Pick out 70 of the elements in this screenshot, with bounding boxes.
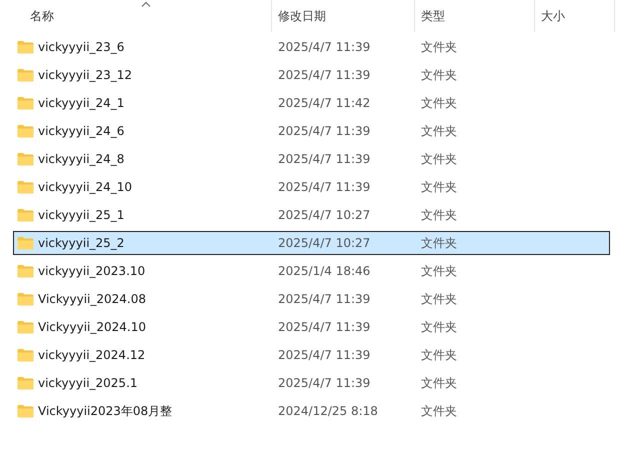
file-row[interactable]: vickyyyii_24_6 2025/4/7 11:39 文件夹: [0, 117, 624, 145]
modified-date: 2025/4/7 11:39: [277, 40, 372, 54]
file-name: vickyyyii_24_6: [38, 124, 124, 138]
modified-date: 2024/12/25 8:18: [277, 404, 379, 418]
file-type: 文件夹: [420, 402, 458, 420]
file-row[interactable]: vickyyyii_2023.10 2025/1/4 18:46 文件夹: [0, 257, 624, 285]
file-row[interactable]: vickyyyii_24_10 2025/4/7 11:39 文件夹: [0, 173, 624, 201]
folder-icon: [17, 68, 34, 82]
file-name: vickyyyii_2025.1: [38, 376, 138, 390]
file-type: 文件夹: [420, 346, 458, 364]
file-name: vickyyyii_24_10: [38, 180, 132, 194]
file-row[interactable]: vickyyyii_24_8 2025/4/7 11:39 文件夹: [0, 145, 624, 173]
file-type: 文件夹: [420, 234, 458, 252]
folder-icon: [17, 236, 34, 250]
folder-icon: [17, 292, 34, 306]
file-name: Vickyyyii_2024.08: [38, 292, 146, 306]
modified-date: 2025/4/7 11:39: [277, 376, 372, 390]
modified-date: 2025/4/7 10:27: [277, 208, 372, 222]
modified-date: 2025/4/7 11:39: [277, 180, 372, 194]
file-name: vickyyyii_23_6: [38, 40, 124, 54]
file-type: 文件夹: [420, 178, 458, 196]
file-type: 文件夹: [420, 122, 458, 140]
folder-icon: [17, 376, 34, 390]
folder-icon: [17, 180, 34, 194]
folder-icon: [17, 96, 34, 110]
modified-date: 2025/1/4 18:46: [277, 264, 372, 278]
file-row[interactable]: vickyyyii_23_6 2025/4/7 11:39 文件夹: [0, 33, 624, 61]
modified-date: 2025/4/7 10:27: [277, 236, 372, 250]
file-type: 文件夹: [420, 290, 458, 308]
file-row[interactable]: vickyyyii_2024.12 2025/4/7 11:39 文件夹: [0, 341, 624, 369]
file-name: vickyyyii_25_1: [38, 208, 124, 222]
file-type: 文件夹: [420, 374, 458, 392]
file-name: vickyyyii_2024.12: [38, 348, 146, 362]
folder-icon: [17, 40, 34, 54]
folder-icon: [17, 124, 34, 138]
modified-date: 2025/4/7 11:39: [277, 152, 372, 166]
file-name: vickyyyii_2023.10: [38, 264, 146, 278]
modified-date: 2025/4/7 11:39: [277, 292, 372, 306]
file-type: 文件夹: [420, 94, 458, 112]
file-type: 文件夹: [420, 206, 458, 224]
file-name: vickyyyii_25_2: [38, 236, 124, 250]
file-name: vickyyyii_24_8: [38, 152, 124, 166]
file-name: Vickyyyii_2024.10: [38, 320, 146, 334]
file-row[interactable]: Vickyyyii_2024.10 2025/4/7 11:39 文件夹: [0, 313, 624, 341]
folder-icon: [17, 404, 34, 418]
folder-icon: [17, 208, 34, 222]
file-row[interactable]: vickyyyii_24_1 2025/4/7 11:42 文件夹: [0, 89, 624, 117]
modified-date: 2025/4/7 11:39: [277, 68, 372, 82]
file-type: 文件夹: [420, 66, 458, 84]
modified-date: 2025/4/7 11:39: [277, 124, 372, 138]
file-row[interactable]: Vickyyyii_2024.08 2025/4/7 11:39 文件夹: [0, 285, 624, 313]
modified-date: 2025/4/7 11:39: [277, 320, 372, 334]
file-type: 文件夹: [420, 38, 458, 56]
folder-icon: [17, 348, 34, 362]
file-type: 文件夹: [420, 318, 458, 336]
folder-icon: [17, 320, 34, 334]
modified-date: 2025/4/7 11:39: [277, 348, 372, 362]
file-row[interactable]: vickyyyii_2025.1 2025/4/7 11:39 文件夹: [0, 369, 624, 397]
file-row[interactable]: Vickyyyii2023年08月整 2024/12/25 8:18 文件夹: [0, 397, 624, 425]
file-row[interactable]: vickyyyii_23_12 2025/4/7 11:39 文件夹: [0, 61, 624, 89]
file-name: vickyyyii_24_1: [38, 96, 124, 110]
file-row[interactable]: vickyyyii_25_2 2025/4/7 10:27 文件夹: [13, 231, 610, 255]
file-type: 文件夹: [420, 262, 458, 280]
folder-icon: [17, 152, 34, 166]
file-name: vickyyyii_23_12: [38, 68, 132, 82]
file-type: 文件夹: [420, 150, 458, 168]
file-row[interactable]: vickyyyii_25_1 2025/4/7 10:27 文件夹: [0, 201, 624, 229]
folder-icon: [17, 264, 34, 278]
file-name: Vickyyyii2023年08月整: [38, 402, 172, 420]
modified-date: 2025/4/7 11:42: [277, 96, 372, 110]
